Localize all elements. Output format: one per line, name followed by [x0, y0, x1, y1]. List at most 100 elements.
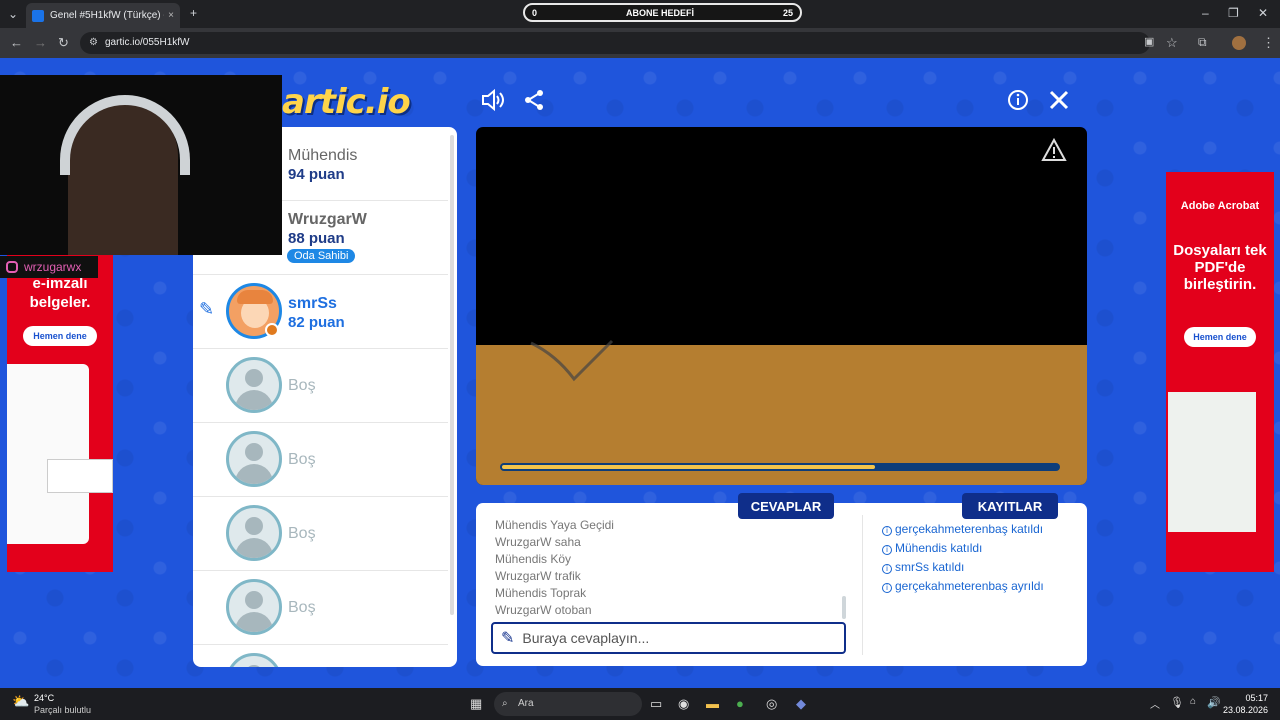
list-item: WruzgarW trafik [495, 569, 581, 583]
url-field[interactable]: gartic.io/055H1kfW [80, 32, 1150, 54]
discord-icon[interactable]: ◆ [796, 696, 806, 712]
close-game-icon[interactable] [1047, 88, 1071, 119]
log-text: gerçekahmeterenbaş ayrıldı [895, 579, 1044, 593]
browser-tabbar: ⌄ Genel #5H1kfW (Türkçe) - Gartic × + 0 … [0, 0, 1280, 28]
info-icon: i [882, 526, 892, 536]
right-advertisement[interactable]: Adobe Acrobat Dosyaları tek PDF'de birle… [1166, 172, 1274, 572]
ad-cta-button[interactable]: Hemen dene [1184, 327, 1256, 347]
weather-icon[interactable]: ⛅ [12, 693, 29, 710]
headphones-icon [60, 95, 190, 175]
list-item: i gerçekahmeterenbaş ayrıldı [882, 577, 1044, 596]
info-icon[interactable] [1006, 88, 1030, 119]
player-row[interactable]: ✎ smrSs 82 puan [193, 275, 448, 349]
empty-slot-label: Boş [288, 599, 316, 616]
panel-divider [862, 515, 863, 655]
extensions-icon[interactable]: ⧉ [1198, 35, 1207, 50]
empty-avatar [226, 431, 282, 487]
tray-expand-icon[interactable]: ︿ [1150, 696, 1160, 711]
reload-icon[interactable]: ↻ [58, 35, 69, 51]
round-timer-bar [500, 463, 1060, 471]
subscriber-goal-bar: 0 ABONE HEDEFİ 25 [523, 3, 802, 22]
player-name: smrSs [288, 295, 337, 312]
tab-list-icon[interactable]: ⌄ [8, 7, 18, 21]
empty-avatar [226, 357, 282, 413]
share-icon[interactable] [522, 88, 546, 119]
logs-header: KAYITLAR [962, 493, 1058, 519]
player-name: Mühendis [288, 147, 358, 164]
report-warning-icon[interactable] [1041, 137, 1067, 163]
player-points: 88 puan [288, 230, 345, 247]
app-icon[interactable]: ◎ [766, 696, 777, 712]
answers-scrollbar[interactable] [842, 596, 846, 619]
start-icon[interactable]: ▦ [470, 696, 482, 712]
gartic-favicon-icon [32, 9, 44, 22]
new-tab-icon[interactable]: + [190, 6, 197, 20]
weather-temp: 24°C [34, 693, 55, 703]
profile-avatar[interactable] [1232, 36, 1246, 50]
chrome-icon[interactable]: ● [736, 696, 744, 711]
address-bar-row: gartic.io/055H1kfW [0, 28, 1280, 58]
ad-document-image [1168, 392, 1256, 532]
player-points: 94 puan [288, 166, 345, 183]
empty-avatar [226, 505, 282, 561]
answer-input[interactable] [522, 630, 833, 646]
info-icon: i [882, 545, 892, 555]
maximize-icon[interactable]: ❐ [1228, 6, 1239, 20]
empty-slot-label: Boş [288, 377, 316, 394]
weather-desc: Parçalı bulutlu [34, 705, 92, 715]
ad-text: Dosyaları tek PDF'de birleştirin. [1173, 242, 1267, 293]
instagram-username: wrzugarwx [24, 260, 82, 274]
tab-title: Genel #5H1kfW (Türkçe) - Gartic [50, 10, 164, 21]
task-view-icon[interactable]: ▭ [650, 696, 662, 712]
ad-brand: Adobe Acrobat [1180, 200, 1260, 212]
left-advertisement[interactable]: e-imzalı belgeler. Hemen dene [7, 254, 113, 572]
list-item: Mühendis Köy [495, 552, 572, 566]
back-icon[interactable]: ← [10, 35, 23, 50]
player-name: WruzgarW [288, 211, 367, 228]
ad-cta-button[interactable]: Hemen dene [23, 326, 97, 346]
list-item: i Mühendis katıldı [882, 539, 1044, 558]
answer-input-box[interactable]: ✎ [491, 622, 846, 654]
microphone-icon[interactable]: 🎙 [1170, 696, 1184, 709]
log-text: smrSs katıldı [895, 560, 965, 574]
file-explorer-icon[interactable]: ▬ [706, 696, 719, 711]
install-icon[interactable]: ▣ [1144, 35, 1154, 48]
site-info-icon[interactable]: ⚙ [89, 37, 98, 48]
minimize-icon[interactable]: – [1202, 6, 1209, 20]
browser-menu-icon[interactable]: ⋮ [1262, 35, 1275, 51]
goal-end: 25 [782, 7, 793, 18]
search-icon: ⌕ [502, 698, 508, 709]
answers-list: Mühendis Yaya Geçidi WruzgarW saha Mühen… [495, 517, 840, 619]
round-timer-fill [502, 465, 875, 469]
webcam-overlay [0, 75, 282, 255]
ad-document-image [7, 364, 89, 544]
gartic-logo: artic.io [282, 82, 411, 122]
close-tab-icon[interactable]: × [168, 10, 174, 21]
drawing-pencil-icon: ✎ [199, 299, 215, 319]
volume-icon[interactable]: 🔊 [1207, 696, 1221, 709]
forward-icon[interactable]: → [34, 35, 47, 50]
pencil-icon: ✎ [501, 630, 515, 647]
bookmark-star-icon[interactable]: ☆ [1166, 35, 1178, 51]
status-dot [265, 323, 279, 337]
clock-time: 05:17 [1245, 693, 1268, 703]
answers-header: CEVAPLAR [738, 493, 834, 519]
taskbar-search[interactable]: ⌕ Ara [494, 692, 642, 716]
sound-icon[interactable] [480, 88, 506, 119]
network-icon[interactable]: ⌂ [1190, 696, 1196, 707]
room-owner-badge: Oda Sahibi [287, 249, 356, 263]
goal-start: 0 [532, 7, 538, 18]
list-item: WruzgarW otoban [495, 603, 592, 617]
player-points: 82 puan [288, 314, 345, 331]
list-item: i gerçekahmeterenbaş katıldı [882, 520, 1044, 539]
browser-tab[interactable]: Genel #5H1kfW (Türkçe) - Gartic × [26, 3, 180, 28]
app-icon[interactable]: ◉ [678, 696, 689, 712]
drawing-canvas[interactable] [476, 127, 1087, 485]
list-item: Mühendis Toprak [495, 586, 587, 600]
instagram-icon [6, 261, 18, 273]
empty-slot-label: Boş [288, 451, 316, 468]
instagram-handle: wrzugarwx [0, 256, 98, 278]
players-scrollbar[interactable] [450, 135, 454, 615]
empty-avatar [226, 579, 282, 635]
close-window-icon[interactable]: ✕ [1258, 6, 1268, 20]
